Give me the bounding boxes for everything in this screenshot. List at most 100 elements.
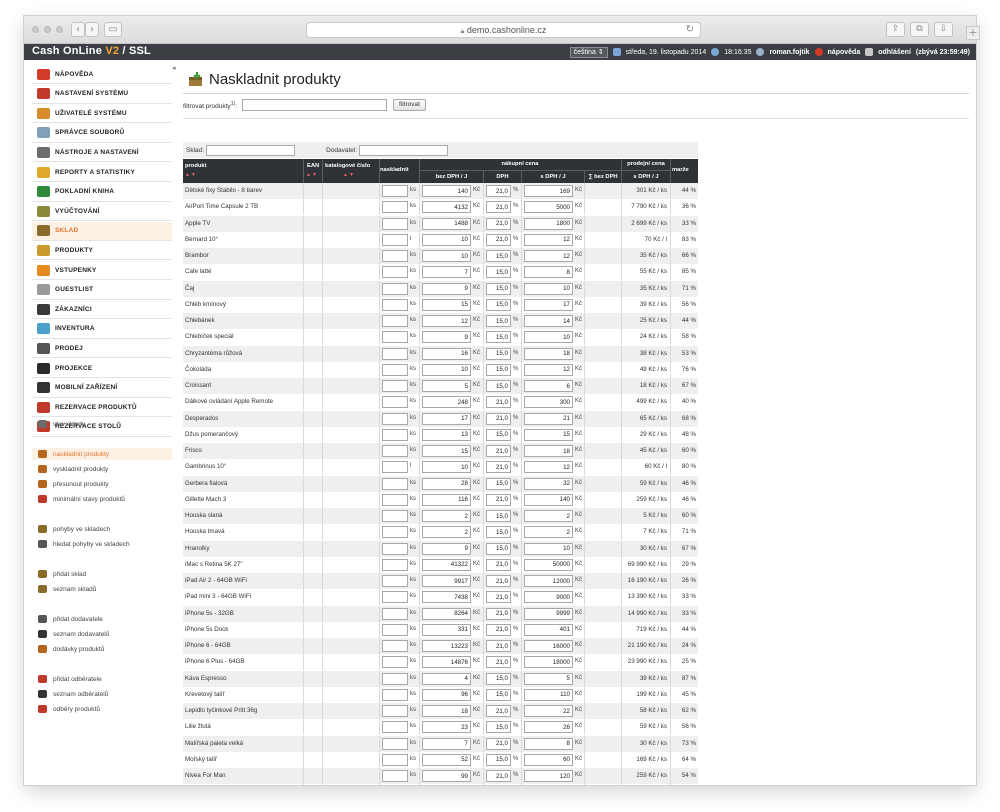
naskladnit-input[interactable]	[382, 672, 408, 685]
naskladnit-input[interactable]	[382, 331, 408, 344]
price-bez-dph-input[interactable]	[422, 737, 471, 750]
naskladnit-input[interactable]	[382, 705, 408, 717]
zoom-window-button[interactable]	[56, 26, 63, 33]
price-s-dph-input[interactable]	[524, 688, 573, 701]
sidebar-link[interactable]: seznam dodavatelů	[32, 628, 172, 640]
naskladnit-input[interactable]	[382, 461, 408, 474]
minimize-window-button[interactable]	[44, 26, 51, 33]
price-s-dph-input[interactable]	[524, 575, 573, 587]
price-s-dph-input[interactable]	[524, 185, 573, 197]
dph-input[interactable]	[486, 266, 511, 279]
price-bez-dph-input[interactable]	[422, 591, 471, 604]
sidebar-toggle-icon[interactable]: ▭	[104, 22, 122, 37]
dph-input[interactable]	[486, 298, 511, 311]
product-name[interactable]: Gillette Mach 3	[185, 496, 226, 503]
reload-icon[interactable]: ↻	[686, 24, 694, 35]
price-bez-dph-input[interactable]	[422, 575, 471, 587]
sidebar-item[interactable]: NÁSTROJE A NASTAVENÍ	[32, 143, 172, 163]
price-s-dph-input[interactable]	[524, 640, 573, 652]
sidebar-item[interactable]: VSTUPENKY	[32, 261, 172, 280]
tabs-overview-icon[interactable]: ⧉	[910, 22, 929, 37]
naskladnit-input[interactable]	[382, 510, 408, 522]
naskladnit-input[interactable]	[382, 607, 408, 620]
product-name[interactable]: Chryzantéma růžová	[185, 350, 242, 357]
price-bez-dph-input[interactable]	[422, 493, 471, 506]
price-s-dph-input[interactable]	[524, 607, 573, 620]
price-bez-dph-input[interactable]	[422, 380, 471, 392]
naskladnit-input[interactable]	[382, 298, 408, 311]
naskladnit-input[interactable]	[382, 753, 408, 766]
price-s-dph-input[interactable]	[524, 396, 573, 409]
sidebar-item[interactable]: REPORTY A STATISTIKY	[32, 163, 172, 182]
naskladnit-input[interactable]	[382, 233, 408, 246]
price-s-dph-input[interactable]	[524, 347, 573, 360]
product-name[interactable]: Lepidlo tyčinkové Pritt 36g	[185, 707, 257, 714]
product-name[interactable]: Chlebíček speciál	[185, 333, 234, 340]
price-s-dph-input[interactable]	[524, 282, 573, 295]
dph-input[interactable]	[486, 672, 511, 685]
col-ean[interactable]: EAN	[307, 163, 319, 169]
price-s-dph-input[interactable]	[524, 477, 573, 490]
sidebar-item[interactable]: PRODEJ	[32, 339, 172, 359]
price-s-dph-input[interactable]	[524, 770, 573, 782]
price-bez-dph-input[interactable]	[422, 705, 471, 717]
col-katalog[interactable]: katalogové číslo	[325, 163, 370, 169]
product-name[interactable]: Cafe latté	[185, 268, 211, 275]
naskladnit-input[interactable]	[382, 558, 408, 571]
back-icon[interactable]: ‹	[71, 22, 85, 37]
product-name[interactable]: Houska tmavá	[185, 528, 225, 535]
price-s-dph-input[interactable]	[524, 672, 573, 685]
sort-produkt-icon[interactable]: ▲▼	[185, 172, 197, 178]
price-bez-dph-input[interactable]	[422, 428, 471, 441]
price-bez-dph-input[interactable]	[422, 688, 471, 701]
product-name[interactable]: Bernard 10°	[185, 236, 218, 243]
product-name[interactable]: Malířská paleta velká	[185, 740, 243, 747]
product-name[interactable]: Hranolky	[185, 545, 209, 552]
dph-input[interactable]	[486, 347, 511, 360]
price-s-dph-input[interactable]	[524, 737, 573, 750]
naskladnit-input[interactable]	[382, 282, 408, 295]
dph-input[interactable]	[486, 315, 511, 327]
product-name[interactable]: Gambrinus 10°	[185, 463, 226, 470]
sidebar-link[interactable]: přidat odběratele	[32, 673, 172, 685]
sidebar-link[interactable]: seznam skladů	[32, 583, 172, 595]
sidebar-item[interactable]: VYÚČTOVÁNÍ	[32, 202, 172, 222]
product-name[interactable]: iPhone 5s Dock	[185, 626, 228, 633]
price-s-dph-input[interactable]	[524, 266, 573, 279]
naskladnit-input[interactable]	[382, 396, 408, 409]
sidebar-item[interactable]: PROJEKCE	[32, 359, 172, 378]
forward-icon[interactable]: ›	[85, 22, 99, 37]
price-bez-dph-input[interactable]	[422, 201, 471, 214]
product-name[interactable]: Chlebánek	[185, 317, 215, 324]
dph-input[interactable]	[486, 396, 511, 409]
dph-input[interactable]	[486, 607, 511, 620]
dph-input[interactable]	[486, 705, 511, 717]
new-tab-icon[interactable]: +	[966, 26, 980, 40]
price-s-dph-input[interactable]	[524, 591, 573, 604]
dph-input[interactable]	[486, 201, 511, 214]
price-bez-dph-input[interactable]	[422, 185, 471, 197]
price-s-dph-input[interactable]	[524, 705, 573, 717]
dph-input[interactable]	[486, 282, 511, 295]
sort-ean-icon[interactable]: ▲▼	[306, 172, 318, 178]
product-name[interactable]: Káva Espresso	[185, 675, 227, 682]
price-bez-dph-input[interactable]	[422, 542, 471, 555]
price-bez-dph-input[interactable]	[422, 233, 471, 246]
price-s-dph-input[interactable]	[524, 315, 573, 327]
header-help-link[interactable]: nápověda	[828, 49, 861, 56]
naskladnit-input[interactable]	[382, 445, 408, 457]
naskladnit-input[interactable]	[382, 575, 408, 587]
sidebar-item[interactable]: INVENTURA	[32, 320, 172, 339]
product-name[interactable]: Mořský talíř	[185, 756, 217, 763]
sidebar-item[interactable]: NASTAVENÍ SYSTÉMU	[32, 85, 172, 104]
naskladnit-input[interactable]	[382, 721, 408, 734]
price-s-dph-input[interactable]	[524, 428, 573, 441]
product-name[interactable]: Chléb kmínový	[185, 301, 226, 308]
price-bez-dph-input[interactable]	[422, 266, 471, 279]
close-window-button[interactable]	[32, 26, 39, 33]
naskladnit-input[interactable]	[382, 591, 408, 604]
price-bez-dph-input[interactable]	[422, 282, 471, 295]
price-bez-dph-input[interactable]	[422, 510, 471, 522]
naskladnit-input[interactable]	[382, 688, 408, 701]
sidebar-item[interactable]: ZÁKAZNÍCI	[32, 300, 172, 320]
